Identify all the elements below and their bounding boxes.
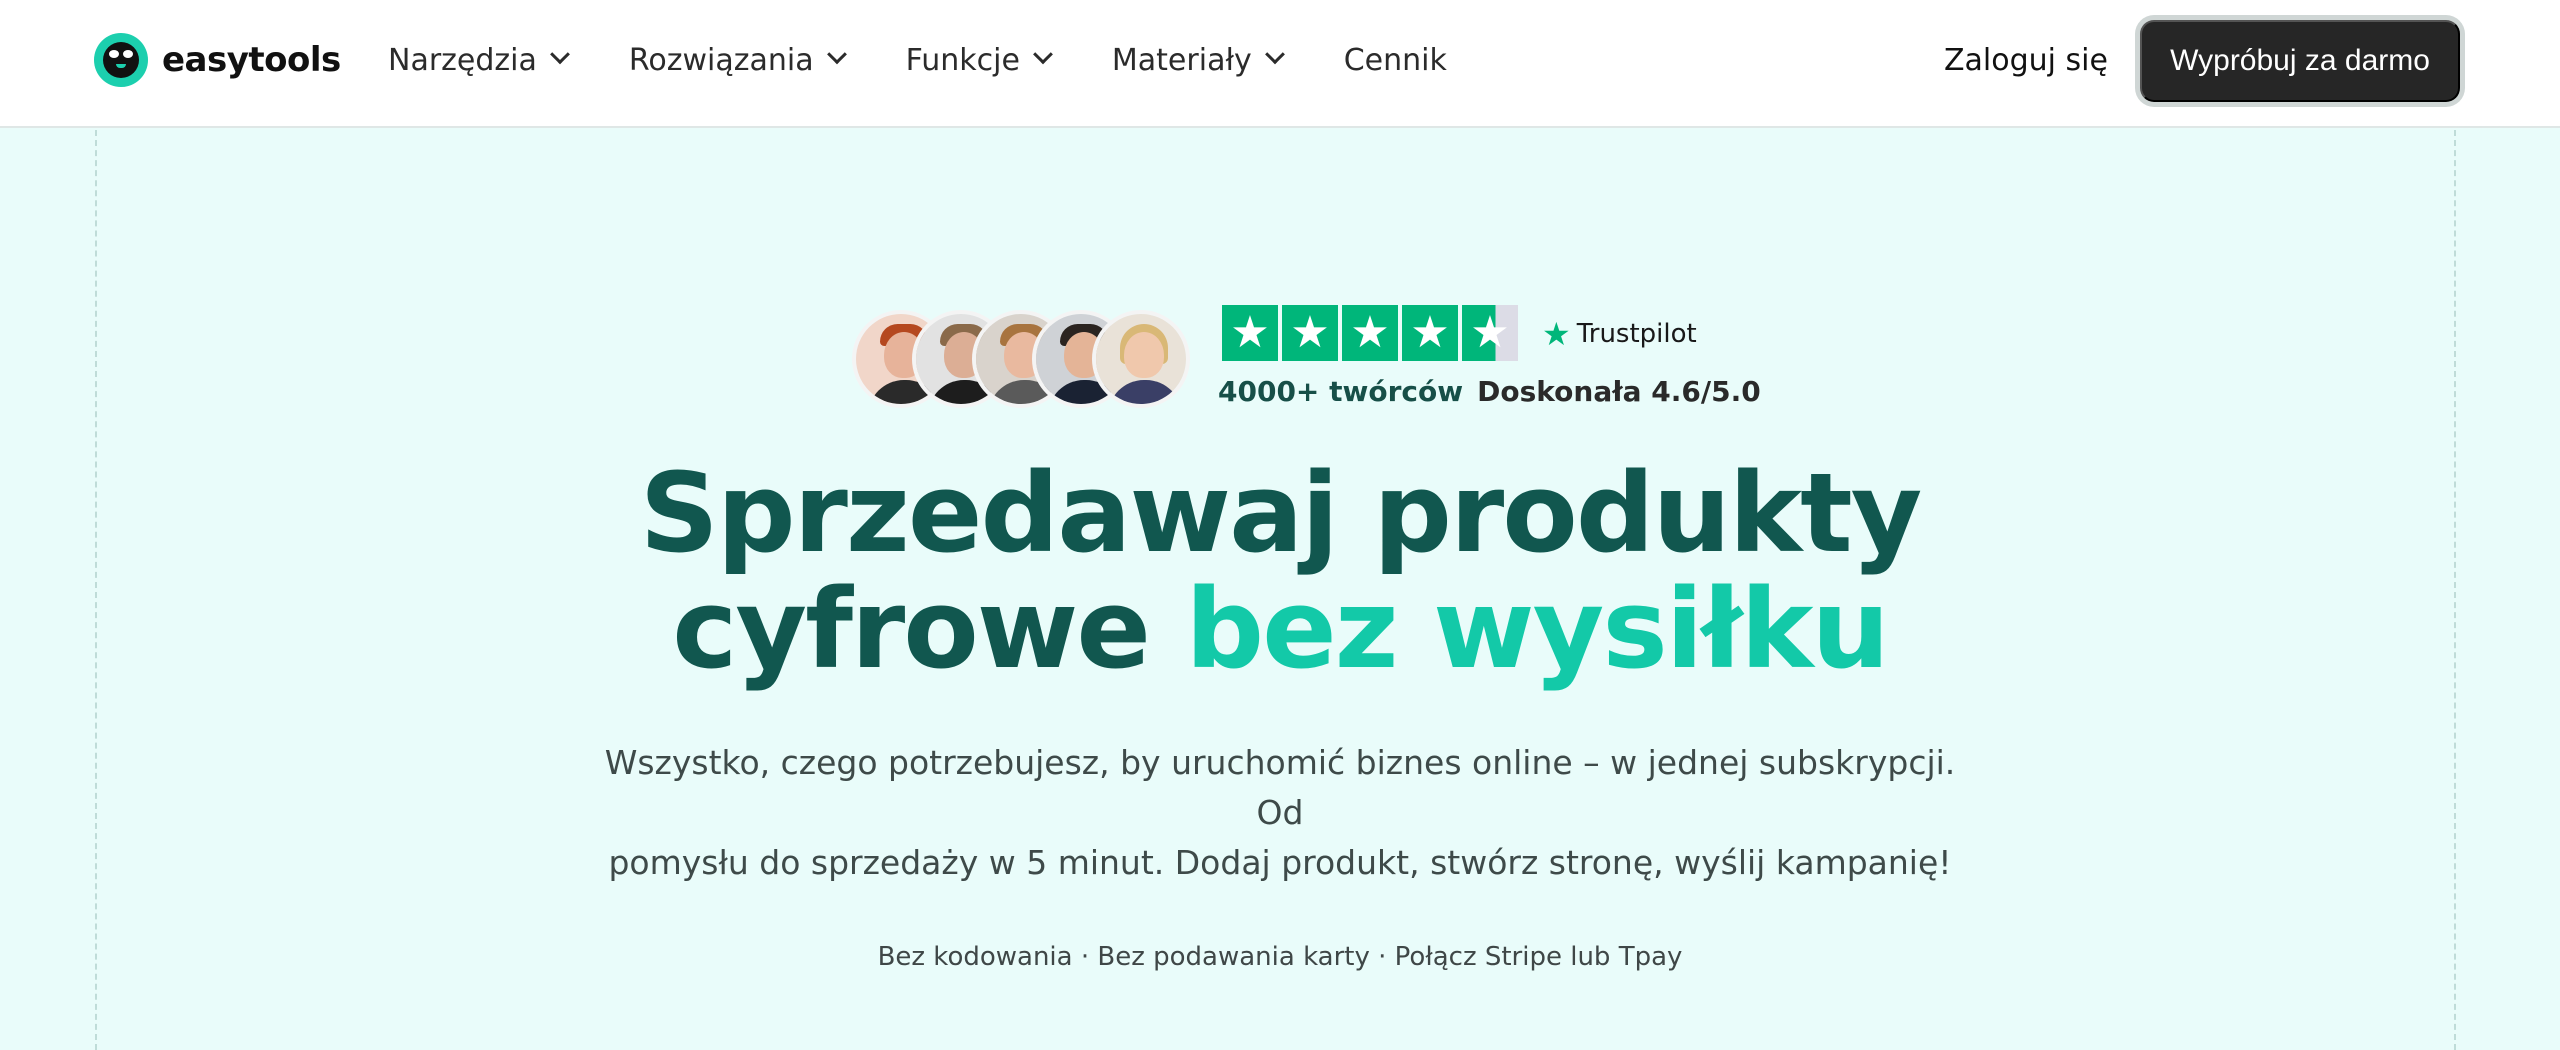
headline-line1: Sprzedawaj produkty [639, 449, 1923, 577]
chevron-down-icon [1033, 44, 1053, 65]
nav-item-materialy[interactable]: Materiały [1111, 42, 1285, 78]
layout-guide-left [95, 130, 97, 1050]
logo-mark-icon [94, 33, 148, 87]
trustpilot-star-icon: ★ [1542, 315, 1571, 353]
brand-name: easytools [162, 40, 341, 80]
avatar-group [852, 310, 1192, 410]
star-icon: ★ [1342, 305, 1398, 361]
star-icon: ★ [1282, 305, 1338, 361]
chevron-down-icon [826, 44, 847, 65]
nav-item-narzedzia[interactable]: Narzędzia [388, 42, 570, 78]
chevron-down-icon [549, 44, 570, 65]
try-free-button[interactable]: Wypróbuj za darmo [2140, 20, 2460, 102]
avatar [1092, 310, 1190, 408]
nav-item-label: Rozwiązania [628, 42, 814, 78]
site-header: easytools Narzędzia Rozwiązania Funkcje … [0, 0, 2560, 128]
headline-line2-plain: cyfrowe [672, 565, 1151, 693]
rating-text: Doskonała 4.6/5.0 [1477, 374, 1761, 408]
nav-item-label: Cennik [1343, 42, 1447, 78]
hero-subtitle: Wszystko, czego potrzebujesz, by uruchom… [580, 738, 1980, 888]
nav-item-funkcje[interactable]: Funkcje [905, 42, 1053, 78]
layout-guide-right [2454, 130, 2456, 1050]
brand-logo[interactable]: easytools [94, 33, 341, 87]
star-icon: ★ [1222, 305, 1278, 361]
main-nav: Narzędzia Rozwiązania Funkcje Materiały … [388, 36, 1509, 84]
nav-item-label: Materiały [1111, 42, 1252, 78]
trustpilot-label: Trustpilot [1576, 319, 1697, 349]
subtitle-line1: Wszystko, czego potrzebujesz, by uruchom… [604, 743, 1956, 832]
creators-count: 4000+ twórców [1218, 374, 1464, 408]
hero-note: Bez kodowania · Bez podawania karty · Po… [877, 942, 1683, 972]
headline-line2-accent: bez wysiłku [1185, 565, 1889, 693]
nav-item-label: Funkcje [905, 42, 1020, 78]
social-proof-line: 4000+ twórców Doskonała 4.6/5.0 [1218, 370, 1761, 412]
hero-headline: Sprzedawaj produkty cyfrowe bez wysiłku [480, 455, 2080, 687]
subtitle-line2: pomysłu do sprzedaży w 5 minut. Dodaj pr… [608, 843, 1952, 882]
chevron-down-icon [1264, 44, 1285, 65]
nav-item-cennik[interactable]: Cennik [1344, 43, 1447, 78]
nav-item-rozwiazania[interactable]: Rozwiązania [628, 42, 847, 78]
star-icon: ★ [1402, 305, 1458, 361]
login-link[interactable]: Zaloguj się [1944, 38, 2108, 82]
star-icon: ★ [1462, 305, 1518, 361]
nav-item-label: Narzędzia [388, 42, 537, 78]
star-rating: ★ ★ ★ ★ ★ [1222, 305, 1522, 361]
trustpilot-badge[interactable]: ★ Trustpilot [1542, 314, 1697, 354]
